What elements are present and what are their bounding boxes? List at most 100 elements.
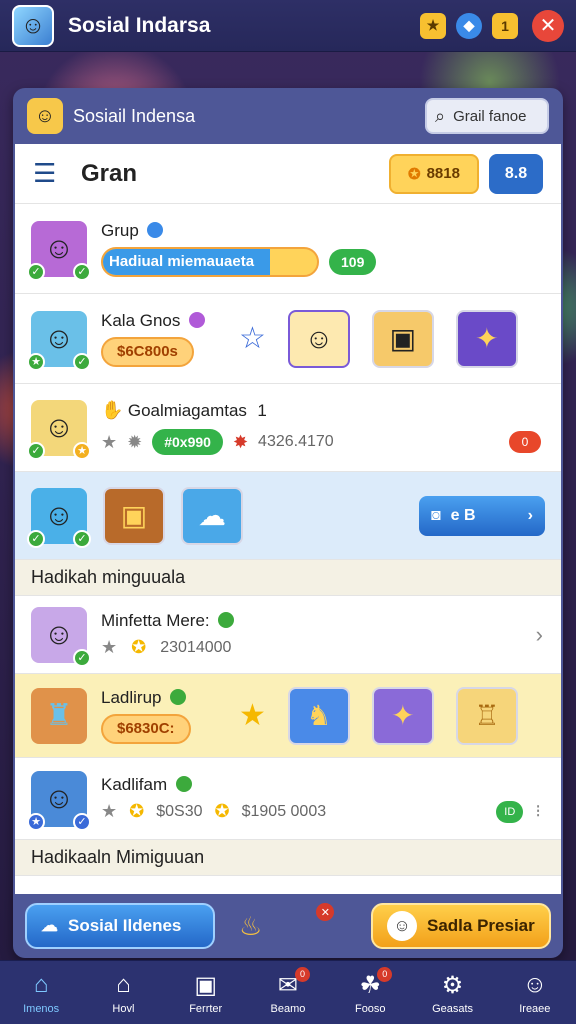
coin-icon: ✪ (408, 165, 421, 183)
reward-tile[interactable]: ▣ (371, 309, 434, 368)
verified-icon (147, 221, 164, 238)
panel-title: Sosiail Indensa (73, 105, 196, 126)
verified-icon (175, 775, 192, 792)
section-header: Hadikaaln Mimiguuan (15, 840, 561, 876)
nav-label: Fooso (354, 1002, 386, 1015)
frame-icon: ▣ (120, 500, 148, 531)
more-icon[interactable]: ⁝ (535, 801, 541, 822)
list-item[interactable]: ♜ Ladlirup $6830C: ★ ♞ ✦ ♖ (15, 674, 561, 758)
notification-icon[interactable]: 1 (492, 12, 518, 39)
chevron-right-icon: › (527, 506, 533, 524)
coin-counter[interactable]: ✪ 8818 (389, 153, 479, 194)
special-button[interactable]: ☺ Sadla Presiar (371, 903, 551, 949)
nav-item-imenos[interactable]: ⌂ Imenos (5, 971, 77, 1015)
status-badge: ★ (27, 812, 45, 831)
panel-header: ☺ Sosiail Indensa ⌕ Grail fanoe (13, 88, 563, 144)
cloud-icon: ☁ (198, 500, 226, 531)
gift-icon[interactable]: ♨ (239, 911, 262, 942)
badge-icon: ✦ (475, 323, 499, 354)
nav-badge: 0 (377, 966, 393, 982)
camera-action-button[interactable]: ◙ e B › (419, 495, 545, 536)
menu-icon[interactable]: ☰ (33, 158, 65, 189)
amount-pill: $6C800s (101, 336, 194, 367)
amount-pill: #0x990 (152, 429, 223, 455)
list-item[interactable]: ☺ ✓ ✓ Grup Hadiual miemauaeta 109 (15, 204, 561, 294)
star-icon: ★ (101, 801, 118, 821)
reward-tile[interactable]: ☺ (287, 309, 350, 368)
item-name: Kala Gnos (101, 310, 181, 330)
coin-icon: ✪ (214, 801, 230, 821)
list-item[interactable]: ☺ ✓ ★ ✋ Goalmiagamtas 1 ★ ✹ #0x990 ✸ 432… (15, 384, 561, 472)
green-badge: ID (496, 800, 524, 823)
social-button[interactable]: ☁ Sosial Ildenes (25, 903, 215, 949)
panel-logo: ☺ (27, 98, 63, 134)
location-icon[interactable]: ◆ (456, 12, 482, 39)
nav-item-beamo[interactable]: ✉ Beamo 0 (252, 966, 324, 1015)
bell-icon: ☺ (387, 911, 417, 941)
status-badge: ✓ (27, 262, 45, 281)
chevron-right-icon[interactable]: › (536, 622, 543, 648)
notification-badge: ✕ (316, 903, 335, 921)
home-icon: ⌂ (33, 970, 49, 998)
reward-tile[interactable]: ♞ (287, 686, 350, 745)
list-item[interactable]: ☺ ★ ✓ Kadlifam ★ ✪ $0S30 ✪ $1905 0003 ID… (15, 758, 561, 840)
item-name: Ladlirup (101, 687, 162, 707)
hand-icon: ✋ (101, 400, 124, 420)
star-icon[interactable]: ★ (239, 698, 266, 733)
page-title: Gran (81, 159, 138, 187)
reward-tile[interactable]: ☁ (181, 486, 243, 545)
red-badge: 0 (509, 431, 541, 453)
avatar: ☺ ✓ (31, 606, 91, 667)
nav-badge: 0 (294, 966, 310, 982)
progress-bar: Hadiual miemauaeta (101, 246, 319, 277)
nav-label: Ireaee (519, 1002, 551, 1015)
section-header: Hadikah minguuala (15, 560, 561, 596)
nav-item-geasats[interactable]: ⚙ Geasats (417, 971, 489, 1015)
reward-tile[interactable]: ✦ (455, 309, 518, 368)
screen-icon: ▣ (194, 971, 218, 999)
star-outline-icon[interactable]: ☆ (239, 321, 266, 356)
list-item[interactable]: ☺ ✓ ✓ ▣ ☁ ◙ e B › (15, 472, 561, 560)
reward-tile[interactable]: ▣ (103, 486, 165, 545)
coin-icon: ✪ (129, 801, 145, 821)
trophy-icon[interactable]: ★ (420, 12, 446, 39)
gem-icon (188, 311, 205, 328)
avatar: ☺ ★ ✓ (27, 310, 91, 371)
nav-label: Beamo (270, 1002, 306, 1015)
special-button-label: Sadla Presiar (427, 916, 535, 935)
item-stat: 4326.4170 (258, 433, 334, 450)
list-item[interactable]: ☺ ★ ✓ Kala Gnos $6C800s ☆ ☺ ▣ ✦ (15, 294, 561, 384)
cloud-icon: ☁ (41, 916, 58, 935)
status-badge: ★ (73, 441, 91, 460)
score-badge: 109 (329, 248, 377, 275)
nav-item-ireaee[interactable]: ☺ Ireaee (499, 971, 571, 1015)
social-button-label: Sosial Ildenes (68, 916, 182, 935)
content-header: ☰ Gran ✪ 8818 8.8 (15, 144, 561, 204)
item-stat: $0S30 (156, 802, 203, 820)
reward-tile[interactable]: ♖ (455, 686, 518, 745)
top-bar: ☺ Sosial Indarsa ★ ◆ 1 ✕ (0, 0, 576, 52)
gear-icon: ⚙ (441, 971, 464, 999)
level-button[interactable]: 8.8 (489, 153, 543, 194)
avatar: ♜ (31, 687, 87, 744)
search-icon: ⌕ (435, 105, 446, 126)
status-badge: ✓ (73, 648, 91, 667)
avatar: ☺ ✓ ✓ (27, 487, 91, 548)
amount-pill: $6830C: (101, 713, 191, 744)
nav-item-hovl[interactable]: ⌂ Hovl (87, 971, 159, 1015)
search-button[interactable]: ⌕ Grail fanoe (425, 98, 549, 134)
chest-icon: ▣ (389, 323, 417, 354)
close-icon[interactable]: ✕ (532, 9, 564, 42)
status-badge: ✓ (73, 352, 91, 371)
list-item[interactable]: ☺ ✓ Minfetta Mere: ★ ✪ 23014000 › (15, 596, 561, 674)
coin-icon: ✪ (131, 637, 147, 657)
reward-tile[interactable]: ✦ (371, 686, 434, 745)
profile-icon: ☺ (522, 970, 548, 998)
content-area: ☰ Gran ✪ 8818 8.8 ☺ ✓ ✓ Grup Hadiual mie… (15, 144, 561, 894)
nav-item-fooso[interactable]: ☘ Fooso 0 (334, 966, 406, 1015)
status-badge: ✓ (73, 529, 91, 548)
nav-item-ferrter[interactable]: ▣ Ferrter (170, 971, 242, 1015)
avatar: ☺ ★ ✓ (27, 770, 91, 831)
tower-icon: ♖ (474, 700, 500, 731)
nav-label: Imenos (23, 1002, 60, 1015)
